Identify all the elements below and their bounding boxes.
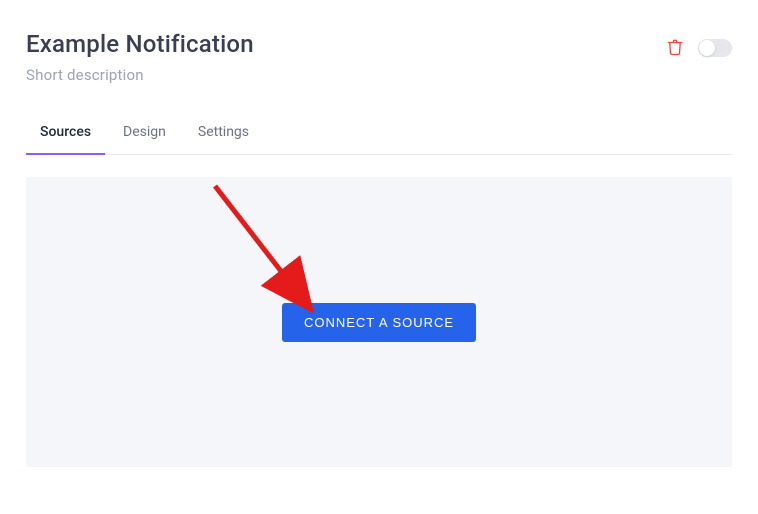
- tab-sources[interactable]: Sources: [40, 124, 91, 154]
- toggle-knob: [699, 40, 715, 56]
- page-subtitle: Short description: [26, 66, 666, 84]
- tab-label: Settings: [198, 124, 249, 140]
- tab-settings[interactable]: Settings: [198, 124, 249, 154]
- trash-icon[interactable]: [666, 38, 684, 58]
- header-actions: [666, 38, 732, 58]
- enable-toggle[interactable]: [698, 39, 732, 57]
- tab-label: Design: [123, 124, 166, 140]
- tabs: Sources Design Settings: [26, 124, 732, 155]
- connect-source-button[interactable]: Connect a Source: [282, 303, 476, 342]
- page-title: Example Notification: [26, 30, 666, 58]
- page-container: Example Notification Short description S…: [0, 0, 758, 467]
- header: Example Notification Short description: [26, 30, 732, 84]
- content-panel: Connect a Source: [26, 177, 732, 467]
- tab-design[interactable]: Design: [123, 124, 166, 154]
- tab-label: Sources: [40, 124, 91, 140]
- header-left: Example Notification Short description: [26, 30, 666, 84]
